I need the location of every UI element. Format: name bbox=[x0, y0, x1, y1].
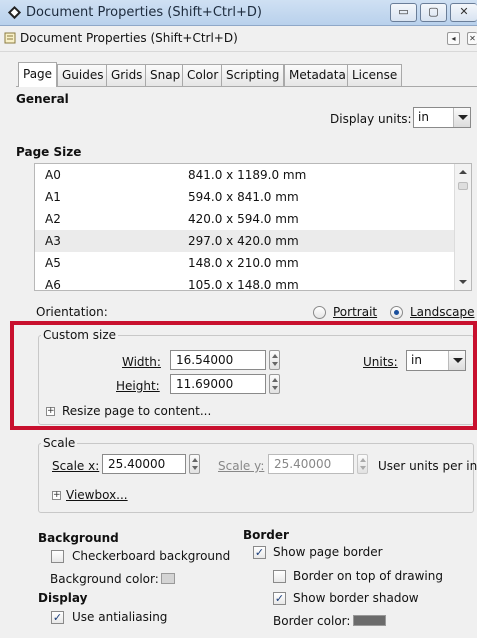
dialog-title: Document Properties (Shift+Ctrl+D) bbox=[20, 31, 238, 45]
landscape-radio[interactable] bbox=[390, 306, 403, 319]
dialog-header: Document Properties (Shift+Ctrl+D) ◂ ✕ bbox=[0, 26, 477, 52]
tab-guides[interactable]: Guides bbox=[57, 64, 109, 86]
portrait-label[interactable]: Portrait bbox=[333, 305, 377, 319]
highlight-box bbox=[10, 321, 477, 430]
inkscape-app-icon bbox=[7, 5, 22, 20]
border-color-swatch[interactable] bbox=[353, 615, 386, 626]
tab-scripting[interactable]: Scripting bbox=[221, 64, 285, 86]
border-shadow-checkbox[interactable]: ✓ bbox=[273, 592, 286, 605]
scale-x-input[interactable]: 25.40000 bbox=[102, 454, 186, 474]
tab-page[interactable]: Page bbox=[18, 62, 58, 87]
scroll-down-icon[interactable] bbox=[459, 280, 467, 284]
tab-color[interactable]: Color bbox=[182, 64, 224, 86]
tab-license[interactable]: License bbox=[347, 64, 403, 86]
scale-y-label: Scale y: bbox=[218, 459, 265, 473]
list-item[interactable]: A1 594.0 x 841.0 mm bbox=[35, 186, 454, 208]
display-units-value: in bbox=[418, 110, 429, 124]
tab-grids[interactable]: Grids bbox=[106, 64, 148, 86]
portrait-radio[interactable] bbox=[313, 306, 326, 319]
scale-x-label: Scale x: bbox=[52, 459, 100, 473]
viewbox-expander[interactable]: Viewbox... bbox=[66, 488, 128, 502]
document-properties-icon bbox=[4, 32, 16, 44]
antialiasing-label[interactable]: Use antialiasing bbox=[72, 610, 167, 624]
scroll-thumb[interactable] bbox=[458, 182, 468, 190]
list-item[interactable]: A6 105.0 x 148.0 mm bbox=[35, 274, 454, 290]
list-scrollbar[interactable] bbox=[454, 164, 471, 290]
list-item-selected[interactable]: A3 297.0 x 420.0 mm bbox=[35, 230, 454, 252]
display-units-label: Display units: bbox=[330, 112, 412, 126]
list-item[interactable]: A2 420.0 x 594.0 mm bbox=[35, 208, 454, 230]
background-heading: Background bbox=[38, 531, 119, 545]
tab-metadata[interactable]: Metadata bbox=[284, 64, 351, 86]
landscape-label[interactable]: Landscape bbox=[410, 305, 474, 319]
list-item[interactable]: A5 148.0 x 210.0 mm bbox=[35, 252, 454, 274]
scale-y-spinner bbox=[357, 454, 368, 474]
display-heading: Display bbox=[38, 591, 88, 605]
close-window-button[interactable]: ✕ bbox=[450, 3, 477, 22]
page-size-list[interactable]: A0 841.0 x 1189.0 mm A1 594.0 x 841.0 mm… bbox=[34, 163, 472, 291]
scroll-up-icon[interactable] bbox=[459, 170, 467, 174]
background-color-swatch[interactable] bbox=[161, 573, 175, 584]
scale-y-input: 25.40000 bbox=[268, 454, 354, 474]
window-title: Document Properties (Shift+Ctrl+D) bbox=[26, 5, 262, 20]
general-heading: General bbox=[16, 92, 69, 106]
background-color-label: Background color: bbox=[50, 572, 159, 586]
window-title-bar: Document Properties (Shift+Ctrl+D) ▭ ▢ ✕ bbox=[0, 0, 477, 26]
tab-snap[interactable]: Snap bbox=[145, 64, 186, 86]
border-on-top-label[interactable]: Border on top of drawing bbox=[293, 569, 443, 583]
expand-plus-icon[interactable]: + bbox=[52, 491, 61, 500]
checkerboard-label[interactable]: Checkerboard background bbox=[72, 549, 230, 563]
scale-title: Scale bbox=[41, 436, 78, 450]
border-heading: Border bbox=[243, 528, 289, 542]
maximize-button[interactable]: ▢ bbox=[420, 3, 447, 22]
user-units-label: User units per in. bbox=[378, 459, 477, 473]
show-border-checkbox[interactable]: ✓ bbox=[253, 546, 266, 559]
page-size-heading: Page Size bbox=[16, 145, 82, 159]
border-color-label: Border color: bbox=[273, 614, 351, 628]
dock-dialog-button[interactable]: ◂ bbox=[447, 32, 460, 45]
show-border-label[interactable]: Show page border bbox=[273, 545, 383, 559]
antialiasing-checkbox[interactable]: ✓ bbox=[51, 611, 64, 624]
checkerboard-checkbox[interactable] bbox=[51, 550, 64, 563]
scale-x-spinner[interactable] bbox=[189, 454, 200, 474]
list-item[interactable]: A0 841.0 x 1189.0 mm bbox=[35, 164, 454, 186]
orientation-label: Orientation: bbox=[36, 305, 108, 319]
border-on-top-checkbox[interactable] bbox=[273, 570, 286, 583]
close-dialog-button[interactable]: ✕ bbox=[467, 32, 477, 45]
chevron-down-icon[interactable] bbox=[453, 108, 470, 127]
display-units-combo[interactable]: in bbox=[413, 107, 471, 128]
border-shadow-label[interactable]: Show border shadow bbox=[293, 591, 419, 605]
minimize-button[interactable]: ▭ bbox=[390, 3, 417, 22]
